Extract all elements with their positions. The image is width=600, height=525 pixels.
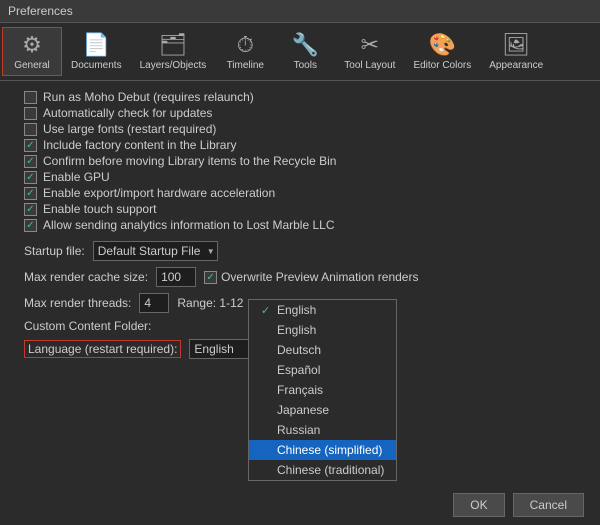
tool-layout-icon: ✂ bbox=[361, 32, 379, 58]
appearance-icon: 🖼 bbox=[502, 32, 530, 58]
threads-input[interactable] bbox=[139, 293, 169, 313]
dropdown-label-english2: English bbox=[277, 323, 316, 337]
dropdown-label-japanese: Japanese bbox=[277, 403, 329, 417]
checkbox-row-analytics: ✓ Allow sending analytics information to… bbox=[16, 217, 584, 233]
checkbox-enable-gpu[interactable]: ✓ bbox=[24, 171, 37, 184]
documents-label: Documents bbox=[71, 60, 122, 71]
language-label: Language (restart required): bbox=[24, 340, 181, 358]
dropdown-item-deutsch[interactable]: Deutsch bbox=[249, 340, 396, 360]
checkbox-label-touch-support: Enable touch support bbox=[43, 202, 156, 216]
checkbox-row-confirm-recycle: ✓ Confirm before moving Library items to… bbox=[16, 153, 584, 169]
dropdown-label-francais: Français bbox=[277, 383, 323, 397]
checkbox-row-enable-gpu: ✓ Enable GPU bbox=[16, 169, 584, 185]
dropdown-item-english2[interactable]: English bbox=[249, 320, 396, 340]
dropdown-label-espanol: Español bbox=[277, 363, 320, 377]
tool-layout-label: Tool Layout bbox=[344, 60, 395, 71]
toolbar-item-tools[interactable]: 🔧 Tools bbox=[275, 27, 335, 76]
startup-select-wrapper: Default Startup File bbox=[93, 241, 218, 261]
toolbar-item-layers[interactable]: 🗂 Layers/Objects bbox=[131, 27, 216, 76]
startup-file-row: Startup file: Default Startup File bbox=[16, 241, 584, 261]
overwrite-check-row: ✓ Overwrite Preview Animation renders bbox=[204, 270, 418, 284]
checkbox-label-factory-content: Include factory content in the Library bbox=[43, 138, 236, 152]
ok-button[interactable]: OK bbox=[453, 493, 504, 517]
toolbar-item-documents[interactable]: 📄 Documents bbox=[62, 27, 131, 76]
layers-icon: 🗂 bbox=[159, 32, 187, 58]
dropdown-item-russian[interactable]: Russian bbox=[249, 420, 396, 440]
checkbox-row-large-fonts: Use large fonts (restart required) bbox=[16, 121, 584, 137]
checkbox-label-run-debut: Run as Moho Debut (requires relaunch) bbox=[43, 90, 254, 104]
dropdown-item-espanol[interactable]: Español bbox=[249, 360, 396, 380]
dropdown-label-chinese-simplified: Chinese (simplified) bbox=[277, 443, 382, 457]
checkbox-row-factory-content: ✓ Include factory content in the Library bbox=[16, 137, 584, 153]
tools-icon: 🔧 bbox=[292, 32, 319, 58]
dropdown-label-english: English bbox=[277, 303, 316, 317]
cache-input[interactable] bbox=[156, 267, 196, 287]
language-dropdown: ✓ English English Deutsch Español França… bbox=[248, 299, 397, 481]
tools-label: Tools bbox=[294, 60, 317, 71]
dropdown-label-deutsch: Deutsch bbox=[277, 343, 321, 357]
window-title: Preferences bbox=[8, 4, 73, 18]
checkbox-label-export-import: Enable export/import hardware accelerati… bbox=[43, 186, 275, 200]
checkbox-run-debut[interactable] bbox=[24, 91, 37, 104]
checkbox-analytics[interactable]: ✓ bbox=[24, 219, 37, 232]
range-label: Range: 1-12 bbox=[177, 296, 243, 310]
checkbox-large-fonts[interactable] bbox=[24, 123, 37, 136]
general-icon: ⚙ bbox=[22, 32, 42, 58]
content-area: Run as Moho Debut (requires relaunch) Au… bbox=[0, 81, 600, 525]
documents-icon: 📄 bbox=[83, 32, 110, 58]
checkbox-export-import[interactable]: ✓ bbox=[24, 187, 37, 200]
cancel-button[interactable]: Cancel bbox=[513, 493, 584, 517]
timeline-label: Timeline bbox=[227, 60, 264, 71]
dropdown-item-english[interactable]: ✓ English bbox=[249, 300, 396, 320]
custom-folder-label: Custom Content Folder: bbox=[24, 319, 151, 333]
cache-label: Max render cache size: bbox=[24, 270, 148, 284]
checkbox-factory-content[interactable]: ✓ bbox=[24, 139, 37, 152]
checkbox-label-confirm-recycle: Confirm before moving Library items to t… bbox=[43, 154, 336, 168]
checkbox-confirm-recycle[interactable]: ✓ bbox=[24, 155, 37, 168]
appearance-label: Appearance bbox=[489, 60, 543, 71]
dropdown-label-chinese-traditional: Chinese (traditional) bbox=[277, 463, 384, 477]
dropdown-item-francais[interactable]: Français bbox=[249, 380, 396, 400]
title-bar: Preferences bbox=[0, 0, 600, 23]
checkbox-auto-check[interactable] bbox=[24, 107, 37, 120]
dropdown-item-chinese-traditional[interactable]: Chinese (traditional) bbox=[249, 460, 396, 480]
checkbox-label-analytics: Allow sending analytics information to L… bbox=[43, 218, 334, 232]
checkbox-row-run-debut: Run as Moho Debut (requires relaunch) bbox=[16, 89, 584, 105]
editor-colors-icon: 🎨 bbox=[429, 32, 456, 58]
dropdown-item-japanese[interactable]: Japanese bbox=[249, 400, 396, 420]
cache-row: Max render cache size: ✓ Overwrite Previ… bbox=[16, 267, 584, 287]
startup-select[interactable]: Default Startup File bbox=[93, 241, 218, 261]
checkbox-row-auto-check: Automatically check for updates bbox=[16, 105, 584, 121]
dropdown-item-chinese-simplified[interactable]: Chinese (simplified) bbox=[249, 440, 396, 460]
dropdown-label-russian: Russian bbox=[277, 423, 320, 437]
checkbox-label-auto-check: Automatically check for updates bbox=[43, 106, 212, 120]
toolbar-item-appearance[interactable]: 🖼 Appearance bbox=[480, 27, 552, 76]
checkbox-touch-support[interactable]: ✓ bbox=[24, 203, 37, 216]
timeline-icon: ⏱ bbox=[237, 32, 254, 58]
checkbox-label-enable-gpu: Enable GPU bbox=[43, 170, 110, 184]
overwrite-checkbox[interactable]: ✓ bbox=[204, 271, 217, 284]
check-english: ✓ bbox=[261, 304, 273, 317]
general-label: General bbox=[14, 60, 50, 71]
toolbar-item-general[interactable]: ⚙ General bbox=[2, 27, 62, 76]
overwrite-label: Overwrite Preview Animation renders bbox=[221, 270, 418, 284]
checkbox-row-touch-support: ✓ Enable touch support bbox=[16, 201, 584, 217]
checkbox-label-large-fonts: Use large fonts (restart required) bbox=[43, 122, 216, 136]
startup-label: Startup file: bbox=[24, 244, 85, 258]
checkbox-row-export-import: ✓ Enable export/import hardware accelera… bbox=[16, 185, 584, 201]
bottom-buttons: OK Cancel bbox=[453, 493, 584, 517]
toolbar-item-tool-layout[interactable]: ✂ Tool Layout bbox=[335, 27, 404, 76]
toolbar-item-editor-colors[interactable]: 🎨 Editor Colors bbox=[404, 27, 480, 76]
editor-colors-label: Editor Colors bbox=[413, 60, 471, 71]
toolbar-item-timeline[interactable]: ⏱ Timeline bbox=[215, 27, 275, 76]
toolbar: ⚙ General 📄 Documents 🗂 Layers/Objects ⏱… bbox=[0, 23, 600, 81]
threads-label: Max render threads: bbox=[24, 296, 131, 310]
layers-label: Layers/Objects bbox=[140, 60, 207, 71]
